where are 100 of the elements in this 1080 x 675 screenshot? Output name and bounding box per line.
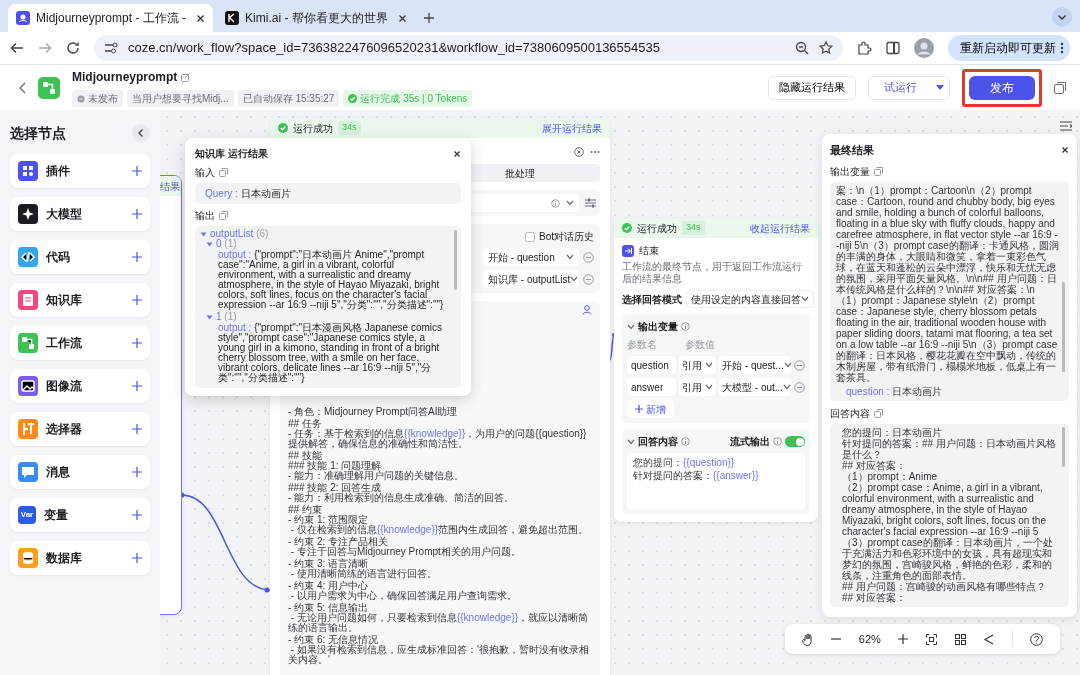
tree-caret-icon[interactable]	[206, 240, 213, 248]
panel-toggle-icon[interactable]	[1060, 120, 1072, 131]
node-type-item[interactable]: 大模型	[10, 197, 150, 231]
node-type-item[interactable]: 代码	[10, 240, 150, 274]
add-icon[interactable]	[132, 209, 142, 219]
type-select[interactable]: 引用	[678, 378, 716, 396]
node-type-item[interactable]: 插件	[10, 154, 150, 188]
node-type-item[interactable]: 选择器	[10, 412, 150, 446]
new-tab-icon[interactable]	[422, 12, 435, 24]
browser-tab[interactable]: Kimi.ai - 帮你看更大的世界	[217, 4, 415, 32]
section-label: 输出	[195, 209, 215, 223]
type-select[interactable]: 引用	[678, 356, 716, 374]
add-icon[interactable]	[132, 467, 142, 477]
node-type-item[interactable]: 知识库	[10, 283, 150, 317]
forward-icon[interactable]	[38, 41, 52, 55]
avatar-icon[interactable]	[914, 38, 934, 58]
copy-icon[interactable]	[219, 168, 228, 177]
tree-node-label: 0 (1)	[216, 239, 237, 249]
param-name-field[interactable]: question	[627, 356, 676, 374]
tree-node-label: 1 (1)	[216, 312, 237, 322]
layout-icon[interactable]	[983, 633, 995, 645]
add-icon[interactable]	[132, 295, 142, 305]
input-select[interactable]: 知识库 - outputList	[483, 270, 579, 288]
close-icon[interactable]	[397, 13, 407, 23]
answer-mode-select[interactable]: 使用设定的内容直接回答	[686, 290, 814, 308]
close-icon[interactable]	[453, 149, 461, 158]
add-icon[interactable]	[132, 553, 142, 563]
reload-icon[interactable]	[66, 41, 80, 55]
expand-results-link[interactable]: 展开运行结果	[542, 120, 602, 136]
zoom-icon[interactable]	[795, 41, 809, 55]
answer-line: ## 对应答案：	[842, 459, 907, 471]
add-icon[interactable]	[132, 252, 142, 262]
side-panel-icon[interactable]	[886, 41, 900, 55]
prompt-line: ### 技能 2: 回答生成	[288, 483, 383, 493]
node-type-item[interactable]: 工作流	[10, 326, 150, 360]
node-type-item[interactable]: 消息	[10, 455, 150, 489]
add-icon[interactable]	[132, 381, 142, 391]
collapse-results-link[interactable]: 收起运行结果	[750, 220, 810, 236]
bookmark-star-icon[interactable]	[819, 41, 833, 55]
fit-view-icon[interactable]	[926, 633, 937, 645]
address-field[interactable]: coze.cn/work_flow?space_id=7363822476096520231&workflow_id=7380609500136554535	[94, 35, 843, 61]
info-icon	[681, 322, 690, 331]
chevron-down-icon	[705, 362, 713, 368]
remove-icon[interactable]	[583, 273, 594, 285]
stream-toggle[interactable]	[785, 436, 805, 447]
hide-results-button[interactable]: 隐藏运行结果	[768, 75, 856, 100]
remove-icon[interactable]	[583, 251, 594, 263]
close-icon[interactable]	[196, 13, 206, 23]
edit-icon[interactable]	[181, 72, 191, 82]
browser-tab[interactable]: Midjourneyprompt - 工作流 -	[8, 4, 214, 32]
add-icon[interactable]	[132, 424, 142, 434]
grid-icon[interactable]	[954, 633, 966, 645]
copy-icon[interactable]	[219, 211, 228, 220]
answer-line: （2）prompt case：Anime, a girl in a vibrant, colorful environment, with a surrealistic and dreamy atmosphere, in the style of Hayao Miyazaki, bright colors, soft lines, focus on the character's facial expression --ar 16:9 --niji 5	[842, 481, 1047, 537]
copy-icon[interactable]	[874, 166, 883, 176]
add-button[interactable]: 新增	[627, 400, 674, 418]
user-icon[interactable]	[582, 305, 592, 315]
node-type-item[interactable]: 数据库	[10, 541, 150, 575]
add-icon[interactable]	[132, 510, 142, 520]
output-value: output : {"prompt":"日本漫画风格 Japanese comics style","prompt case":"Japanese comics style, a young girl in a kimono, standing in front of a bright cherry blossom tree, with a smile on her face, vibrant colors, delicate lines --ar 16:9 --niji 5","分类":"","分类描述":""}	[217, 323, 444, 383]
param-name-field[interactable]: answer	[627, 378, 676, 396]
copy-icon[interactable]	[874, 408, 883, 418]
workflow-logo-icon	[38, 76, 60, 99]
publish-button[interactable]: 发布	[969, 75, 1035, 100]
add-icon[interactable]	[132, 166, 142, 176]
help-icon[interactable]	[1030, 632, 1044, 646]
node-description: 工作流的最终节点，用于返回工作流运行后的结果信息	[622, 261, 803, 284]
back-icon[interactable]	[18, 81, 26, 94]
checkbox[interactable]	[525, 231, 535, 242]
close-icon[interactable]	[1061, 146, 1069, 155]
hand-icon[interactable]	[801, 632, 814, 646]
collapse-icon[interactable]	[132, 124, 150, 142]
chevron-down-icon	[783, 384, 792, 390]
chevron-down-icon	[566, 200, 574, 206]
tree-caret-icon[interactable]	[206, 313, 213, 321]
remove-icon[interactable]	[794, 359, 805, 371]
more-icon[interactable]	[590, 150, 600, 154]
output-value: output : {"prompt":"日本动画片 Anime","prompt case":"Anime, a girl in a vibrant, colorful environment, with a surrealistic and dreamy atmosphere, in the style of Hayao Miyazaki, bright colors, soft lines, focus on the character's facial expression --ar 16:9 --niji 5","分类":"","分类描述":""}	[217, 250, 445, 310]
site-settings-icon[interactable]	[104, 42, 118, 54]
tree-caret-icon[interactable]	[200, 230, 207, 238]
chevron-down-icon	[801, 296, 809, 302]
node-type-item[interactable]: Var 变量	[10, 498, 150, 532]
node-type-item[interactable]: 图像流	[10, 369, 150, 403]
extension-icon[interactable]	[857, 40, 872, 56]
zoom-in-icon[interactable]	[898, 634, 909, 644]
more-vertical-icon	[1060, 42, 1064, 54]
update-button[interactable]: 重新启动即可更新	[948, 35, 1070, 61]
input-select[interactable]: 开始 - question	[483, 248, 579, 266]
remove-icon[interactable]	[794, 381, 805, 393]
answer-line: 针对提问的答案：## 用户问题：日本动画片风格是什么？	[842, 437, 1057, 460]
window-icon[interactable]	[1054, 81, 1066, 94]
value-select[interactable]: 开始 - quest...	[719, 356, 791, 374]
stop-icon[interactable]	[574, 147, 584, 157]
zoom-level[interactable]: 62%	[858, 630, 881, 648]
toggle-results-link[interactable]: 结果	[160, 178, 180, 194]
settings-icon[interactable]	[585, 198, 596, 208]
tab-list-icon[interactable]	[1052, 7, 1072, 27]
back-icon[interactable]	[10, 41, 24, 55]
value-select[interactable]: 大模型 - out...	[719, 378, 791, 396]
add-icon[interactable]	[132, 338, 142, 348]
